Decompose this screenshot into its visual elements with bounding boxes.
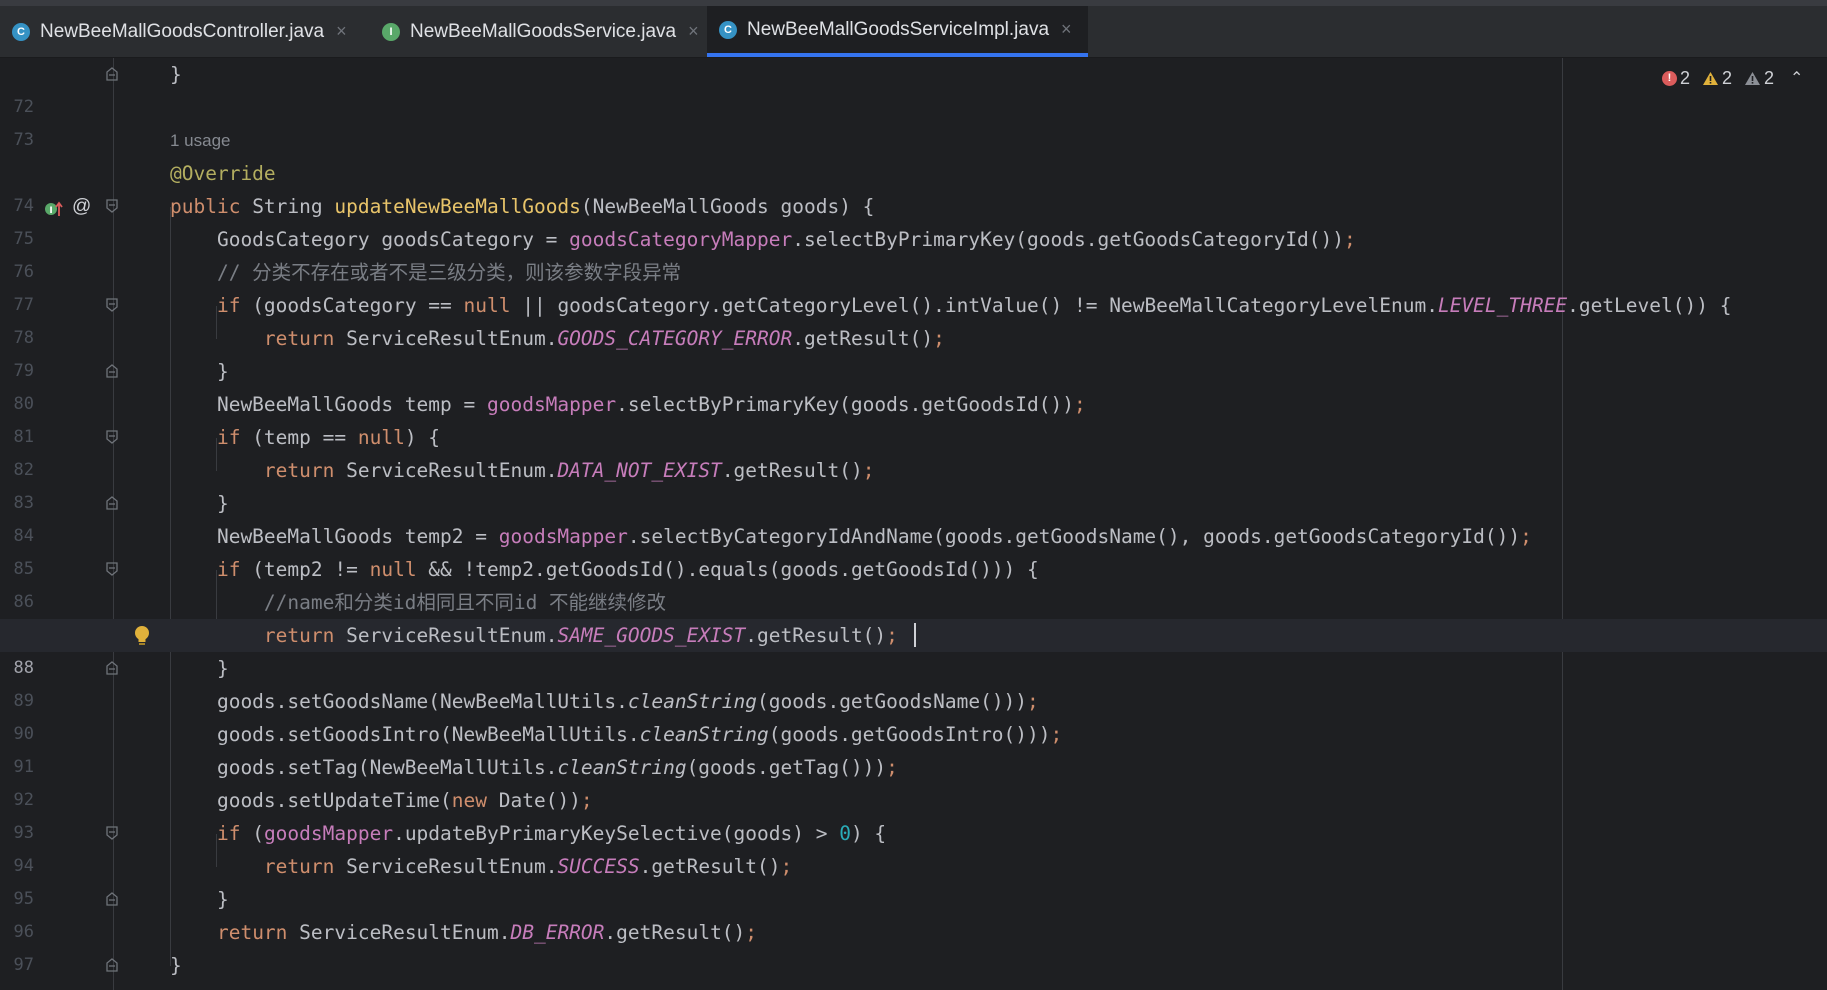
code-line[interactable]: 77 // 分类不存在或者不是三级分类，则该参数字段异常 bbox=[0, 256, 1827, 315]
tab-service-impl[interactable]: C NewBeeMallGoodsServiceImpl.java × bbox=[707, 6, 1088, 57]
code-text: } bbox=[170, 360, 229, 383]
code-text: } bbox=[170, 888, 229, 911]
code-text: return ServiceResultEnum.SAME_GOODS_EXIS… bbox=[263, 624, 898, 647]
comment-text: //name和分类id相同且不同id 不能继续修改 bbox=[170, 591, 667, 614]
code-line[interactable]: 95 return ServiceResultEnum.SUCCESS.getR… bbox=[0, 850, 1827, 909]
code-line[interactable]: 93 goods.setUpdateTime(new Date()); bbox=[0, 784, 1827, 843]
code-line[interactable]: 78 if (goodsCategory == null || goodsCat… bbox=[0, 289, 1827, 348]
code-text: return ServiceResultEnum.SUCCESS.getResu… bbox=[263, 855, 793, 878]
code-line[interactable]: 97 return ServiceResultEnum.DB_ERROR.get… bbox=[0, 916, 1827, 975]
code-text: return ServiceResultEnum.DB_ERROR.getRes… bbox=[216, 921, 758, 944]
code-text: @Override bbox=[170, 162, 276, 185]
code-text: public String updateNewBeeMallGoods(NewB… bbox=[170, 195, 875, 218]
class-icon: C bbox=[719, 20, 737, 39]
fold-end-icon[interactable] bbox=[106, 67, 118, 81]
close-icon[interactable]: × bbox=[688, 21, 699, 42]
code-text: goods.setTag(NewBeeMallUtils.cleanString… bbox=[170, 756, 898, 779]
tab-label: NewBeeMallGoodsService.java bbox=[410, 20, 677, 42]
code-line[interactable]: 89 } bbox=[0, 652, 1827, 711]
fold-end-icon[interactable] bbox=[106, 661, 118, 675]
code-text: goods.setGoodsName(NewBeeMallUtils.clean… bbox=[170, 690, 1039, 713]
code-line[interactable]: 73 bbox=[0, 91, 1827, 150]
fold-end-icon[interactable] bbox=[106, 958, 118, 972]
code-text: NewBeeMallGoods temp = goodsMapper.selec… bbox=[170, 393, 1086, 416]
code-line[interactable]: 85 NewBeeMallGoods temp2 = goodsMapper.s… bbox=[0, 520, 1827, 579]
fold-end-icon[interactable] bbox=[106, 364, 118, 378]
class-icon: C bbox=[12, 22, 30, 41]
code-text: if (temp2 != null && !temp2.getGoodsId()… bbox=[216, 558, 1039, 581]
code-line[interactable]: 74 @Override bbox=[0, 157, 1827, 216]
code-text: return ServiceResultEnum.DATA_NOT_EXIST.… bbox=[263, 459, 875, 482]
tab-label: NewBeeMallGoodsController.java bbox=[40, 20, 325, 42]
interface-icon: I bbox=[382, 22, 400, 41]
code-text: } bbox=[170, 657, 229, 680]
editor-tab-bar: C NewBeeMallGoodsController.java × I New… bbox=[0, 0, 1827, 58]
code-text: return ServiceResultEnum.GOODS_CATEGORY_… bbox=[263, 327, 945, 350]
svg-text:I: I bbox=[49, 206, 52, 216]
comment-text: // 分类不存在或者不是三级分类，则该参数字段异常 bbox=[170, 261, 682, 284]
code-text: goods.setUpdateTime(new Date()); bbox=[170, 789, 593, 812]
ide-window: C NewBeeMallGoodsController.java × I New… bbox=[0, 0, 1827, 990]
fold-start-icon[interactable] bbox=[106, 199, 118, 213]
fold-start-icon[interactable] bbox=[106, 298, 118, 312]
tab-label: NewBeeMallGoodsServiceImpl.java bbox=[747, 18, 1050, 40]
fold-start-icon[interactable] bbox=[106, 826, 118, 840]
code-line[interactable]: 84 } bbox=[0, 487, 1827, 546]
fold-start-icon[interactable] bbox=[106, 430, 118, 444]
code-line[interactable]: 96 } bbox=[0, 883, 1827, 942]
fold-start-icon[interactable] bbox=[106, 562, 118, 576]
close-icon[interactable]: × bbox=[336, 21, 347, 42]
code-line[interactable]: 72 } bbox=[0, 58, 1827, 117]
code-line[interactable]: 80 } bbox=[0, 355, 1827, 414]
tab-controller[interactable]: C NewBeeMallGoodsController.java × bbox=[0, 6, 368, 57]
fold-end-icon[interactable] bbox=[106, 892, 118, 906]
code-line[interactable]: 86 if (temp2 != null && !temp2.getGoodsI… bbox=[0, 553, 1827, 612]
code-line[interactable]: 75 I @ public String updateNewBeeMallGoo… bbox=[0, 190, 1827, 249]
code-line[interactable]: 76 GoodsCategory goodsCategory = goodsCa… bbox=[0, 223, 1827, 282]
text-caret bbox=[914, 623, 916, 647]
fold-end-icon[interactable] bbox=[106, 496, 118, 510]
code-line[interactable]: 90 goods.setGoodsName(NewBeeMallUtils.cl… bbox=[0, 685, 1827, 744]
code-text: if (goodsCategory == null || goodsCatego… bbox=[216, 294, 1732, 317]
code-text: if (temp == null) { bbox=[216, 426, 441, 449]
code-line-current[interactable]: 88 return ServiceResultEnum.SAME_GOODS_E… bbox=[0, 619, 1827, 678]
code-line[interactable]: 92 goods.setTag(NewBeeMallUtils.cleanStr… bbox=[0, 751, 1827, 810]
code-text: if (goodsMapper.updateByPrimaryKeySelect… bbox=[216, 822, 887, 845]
annotation-gutter-icon[interactable]: @ bbox=[72, 190, 91, 223]
code-line[interactable]: 91 goods.setGoodsIntro(NewBeeMallUtils.c… bbox=[0, 718, 1827, 777]
code-line[interactable]: 98 } bbox=[0, 949, 1827, 990]
code-line[interactable]: 87 //name和分类id相同且不同id 不能继续修改 bbox=[0, 586, 1827, 645]
code-text: } bbox=[170, 954, 182, 977]
close-icon[interactable]: × bbox=[1061, 19, 1072, 40]
code-text: } bbox=[170, 63, 182, 86]
code-text: GoodsCategory goodsCategory = goodsCateg… bbox=[170, 228, 1356, 251]
code-text: } bbox=[170, 492, 229, 515]
code-line[interactable]: 83 return ServiceResultEnum.DATA_NOT_EXI… bbox=[0, 454, 1827, 513]
code-line[interactable]: 94 if (goodsMapper.updateByPrimaryKeySel… bbox=[0, 817, 1827, 876]
code-text: goods.setGoodsIntro(NewBeeMallUtils.clea… bbox=[170, 723, 1063, 746]
code-line[interactable]: 82 if (temp == null) { bbox=[0, 421, 1827, 480]
code-line[interactable]: 79 return ServiceResultEnum.GOODS_CATEGO… bbox=[0, 322, 1827, 381]
usage-hint[interactable]: 1 usage bbox=[170, 124, 231, 157]
usage-hint-row: 1 usage bbox=[0, 124, 1827, 157]
tab-service[interactable]: I NewBeeMallGoodsService.java × bbox=[370, 6, 706, 57]
code-line[interactable]: 81 NewBeeMallGoods temp = goodsMapper.se… bbox=[0, 388, 1827, 447]
code-text: NewBeeMallGoods temp2 = goodsMapper.sele… bbox=[170, 525, 1532, 548]
line-number: 98 bbox=[0, 982, 34, 990]
